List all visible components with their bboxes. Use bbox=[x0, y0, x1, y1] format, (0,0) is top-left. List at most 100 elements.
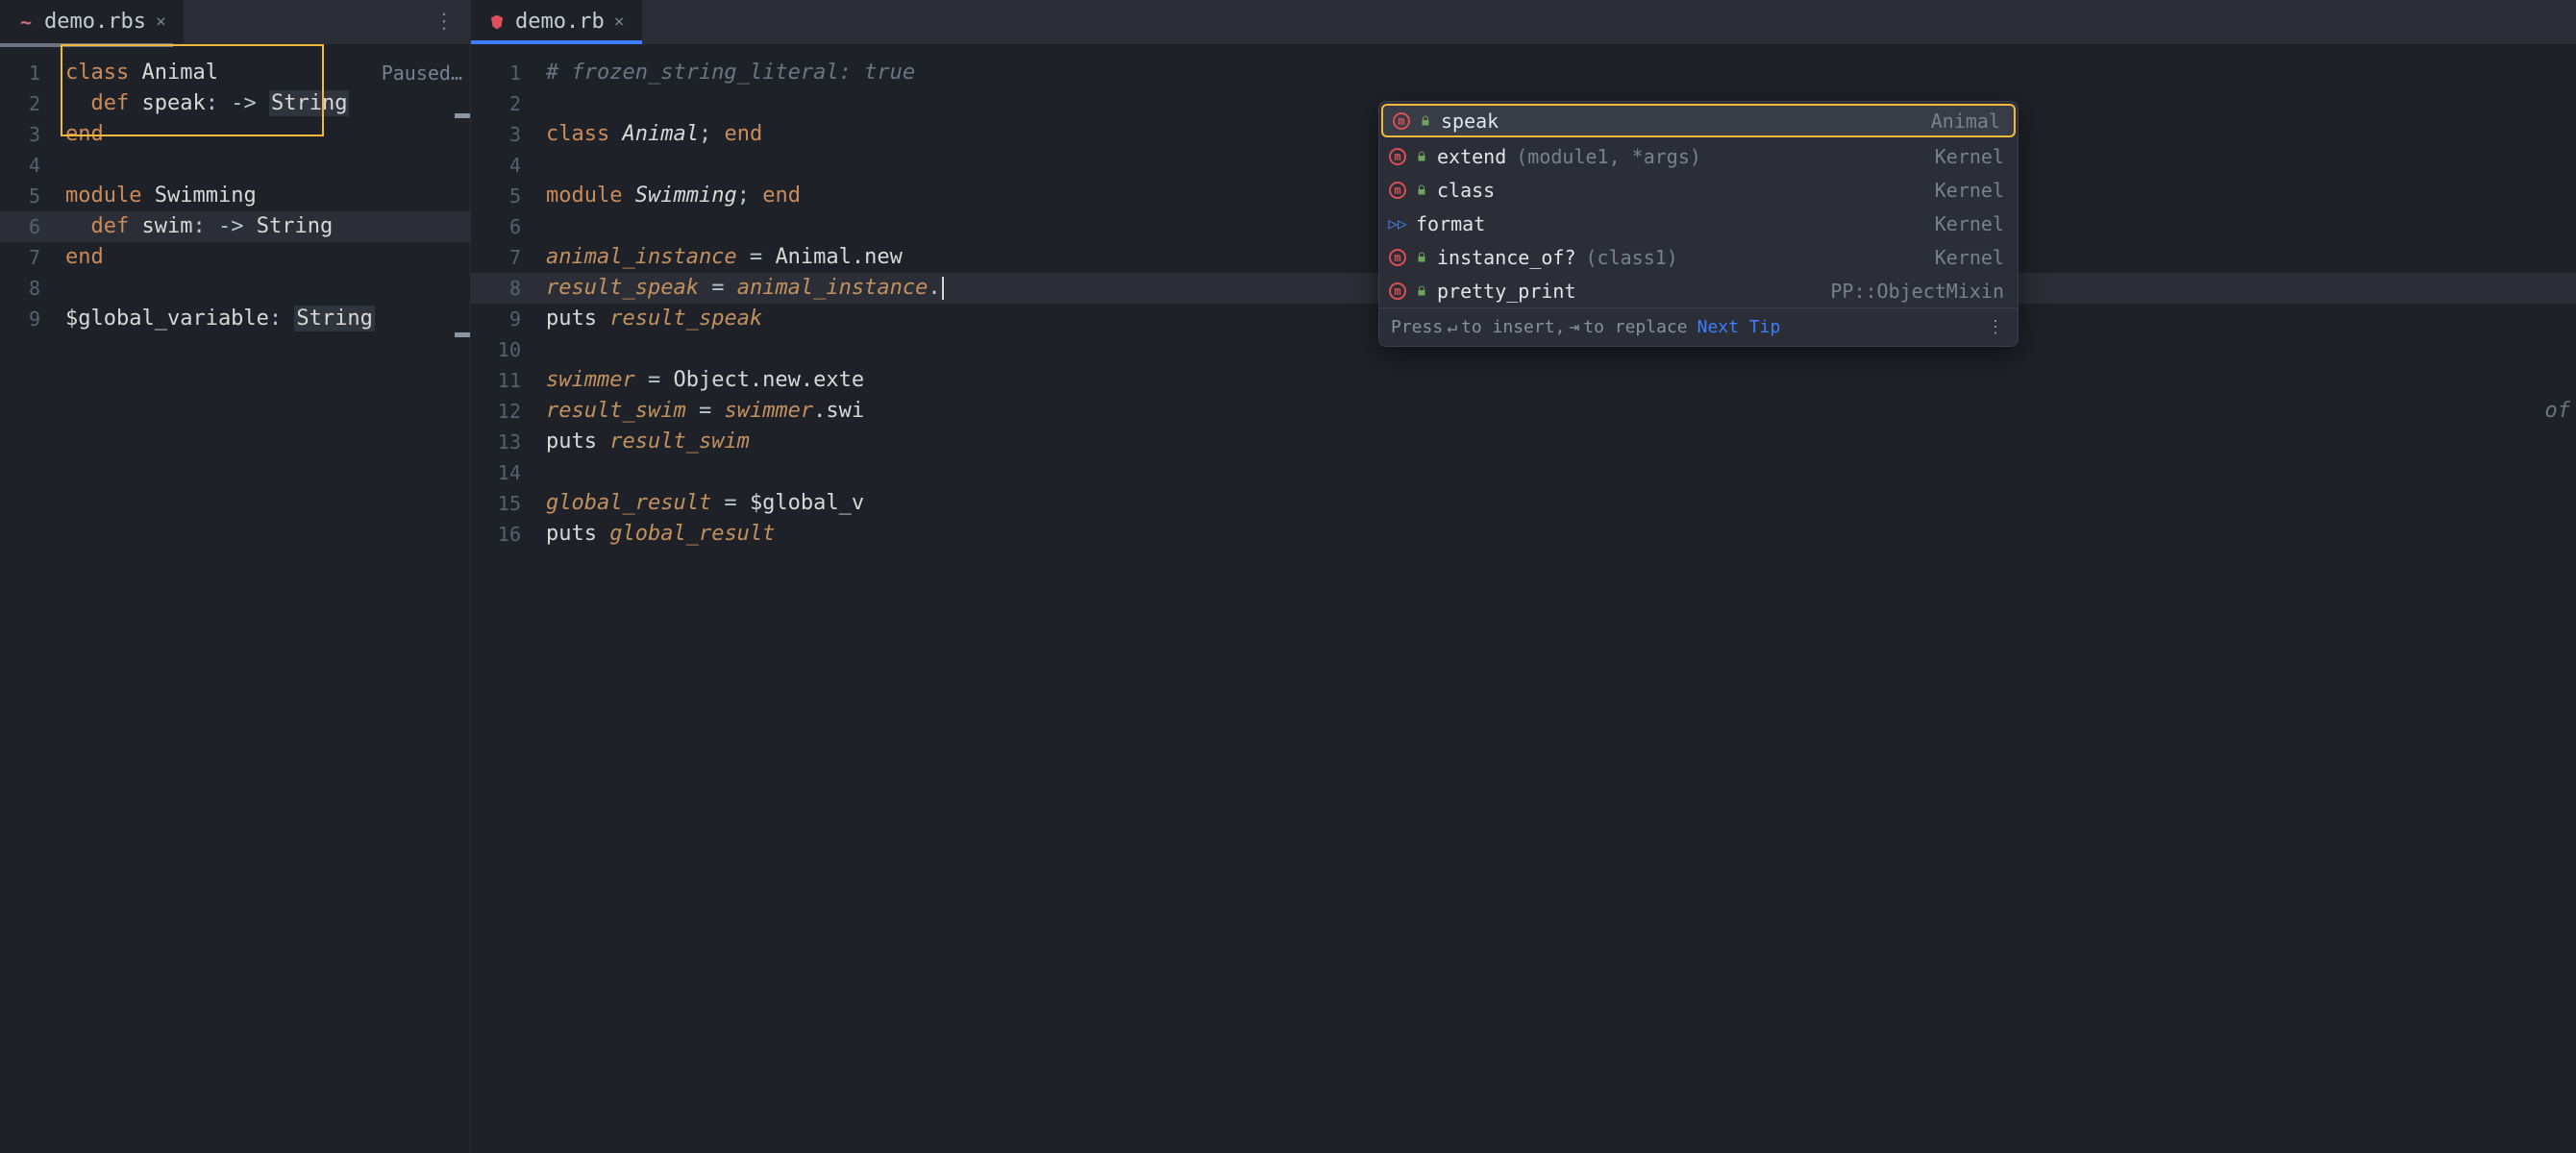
code-completion-popup: m speak Animal m extend(module1, *args) … bbox=[1378, 101, 2019, 347]
right-editor-body[interactable]: 1 2 3 4 5 6 7 8 9 10 11 12 13 14 15 16 #… bbox=[471, 44, 2576, 1153]
close-icon[interactable]: × bbox=[614, 12, 625, 32]
local-var: result_swim bbox=[609, 429, 750, 454]
next-tip-link[interactable]: Next Tip bbox=[1697, 312, 1781, 343]
completion-footer: Press ↵ to insert, ⇥ to replace Next Tip… bbox=[1379, 307, 2018, 346]
completion-origin: Kernel bbox=[1935, 209, 2004, 239]
line-number: 6 bbox=[471, 211, 538, 242]
line-number: 12 bbox=[471, 396, 538, 427]
method-icon: m bbox=[1389, 148, 1406, 165]
comment: # frozen_string_literal: true bbox=[546, 61, 915, 85]
local-var: global_result bbox=[546, 491, 711, 515]
return-type: String bbox=[294, 306, 374, 331]
line-number: 3 bbox=[0, 119, 58, 150]
line-number: 5 bbox=[0, 181, 58, 211]
local-var: swimmer bbox=[546, 368, 635, 392]
completion-item-class[interactable]: m class Kernel bbox=[1379, 173, 2018, 207]
global-var: $global_variable bbox=[65, 307, 269, 331]
popup-more-icon[interactable]: ⋮ bbox=[1987, 312, 2006, 343]
line-number: 6 bbox=[0, 211, 58, 242]
call: .new bbox=[852, 245, 903, 269]
op: = bbox=[737, 245, 776, 269]
line-number: 3 bbox=[471, 119, 538, 150]
keyword: end bbox=[65, 122, 104, 146]
left-editor-body[interactable]: 1 2 3 4 5 6 7 8 9 class Animal def speak… bbox=[0, 44, 470, 1153]
completion-item-format[interactable]: ▷▷ format Kernel bbox=[1379, 207, 2018, 240]
method-name: speak bbox=[142, 91, 206, 115]
completion-name: speak bbox=[1441, 106, 1499, 136]
sig: : bbox=[269, 307, 295, 331]
completion-item-instance-of[interactable]: m instance_of?(class1) Kernel bbox=[1379, 240, 2018, 274]
footer-text: to insert, bbox=[1461, 312, 1565, 343]
keyword: module bbox=[65, 184, 141, 208]
sig: : -> bbox=[192, 214, 256, 238]
local-var: animal_instance bbox=[737, 276, 929, 300]
type-name: Swimming bbox=[155, 184, 257, 208]
footer-text: Press bbox=[1391, 312, 1443, 343]
expr: Object.new.exte bbox=[673, 368, 864, 392]
line-number: 9 bbox=[0, 304, 58, 334]
tabbar-more-icon[interactable]: ⋮ bbox=[433, 10, 470, 34]
completion-name: class bbox=[1437, 175, 1495, 206]
method-icon: m bbox=[1389, 182, 1406, 199]
keyword: end bbox=[762, 184, 801, 208]
line-number: 8 bbox=[471, 273, 538, 304]
rbs-file-icon: ~ bbox=[17, 13, 35, 31]
completion-item-pretty-print[interactable]: m pretty_print PP::ObjectMixin bbox=[1379, 274, 2018, 307]
method-icon: m bbox=[1389, 249, 1406, 266]
keyword: end bbox=[724, 122, 762, 146]
obscured-text: of bbox=[2545, 396, 2571, 427]
completion-name: extend bbox=[1437, 141, 1506, 172]
right-tabbar: demo.rb × bbox=[471, 0, 2576, 44]
completion-origin: Kernel bbox=[1935, 175, 2004, 206]
const: Animal bbox=[775, 245, 851, 269]
left-editor-pane: ~ demo.rbs × ⋮ 1 2 3 4 5 6 7 8 9 class A… bbox=[0, 0, 471, 1153]
line-number: 16 bbox=[471, 519, 538, 550]
keyword: module bbox=[546, 184, 622, 208]
completion-name: instance_of? bbox=[1437, 242, 1576, 273]
left-gutter: 1 2 3 4 5 6 7 8 9 bbox=[0, 44, 58, 1153]
tab-demo-rbs[interactable]: ~ demo.rbs × bbox=[0, 0, 184, 43]
completion-item-extend[interactable]: m extend(module1, *args) Kernel bbox=[1379, 139, 2018, 173]
line-number: 7 bbox=[0, 242, 58, 273]
completion-params: (class1) bbox=[1586, 242, 1678, 273]
line-number: 8 bbox=[0, 273, 58, 304]
sig: : -> bbox=[206, 91, 269, 115]
right-gutter: 1 2 3 4 5 6 7 8 9 10 11 12 13 14 15 16 bbox=[471, 44, 538, 1153]
type-name: Swimming bbox=[635, 184, 737, 208]
completion-name: pretty_print bbox=[1437, 276, 1576, 307]
keyword: def bbox=[91, 214, 130, 238]
op: = bbox=[635, 368, 674, 392]
line-number: 1 bbox=[471, 58, 538, 88]
enter-key-icon: ↵ bbox=[1447, 312, 1457, 343]
type-name: Animal bbox=[141, 61, 217, 85]
completion-origin: Animal bbox=[1931, 106, 2000, 136]
line-number: 11 bbox=[471, 365, 538, 396]
completion-item-speak[interactable]: m speak Animal bbox=[1381, 104, 2016, 137]
tab-demo-rb[interactable]: demo.rb × bbox=[471, 0, 642, 43]
tab-key-icon: ⇥ bbox=[1569, 312, 1579, 343]
right-code-area[interactable]: # frozen_string_literal: true class Anim… bbox=[538, 44, 2576, 1153]
keyword: def bbox=[91, 91, 130, 115]
line-number: 1 bbox=[0, 58, 58, 88]
function-icon: ▷▷ bbox=[1389, 215, 1406, 233]
dot: . bbox=[928, 276, 940, 300]
close-icon[interactable]: × bbox=[156, 12, 166, 32]
local-var: result_speak bbox=[546, 276, 699, 300]
line-number: 5 bbox=[471, 181, 538, 211]
tab-title: demo.rbs bbox=[44, 10, 146, 34]
line-number: 14 bbox=[471, 457, 538, 488]
minimap-marker bbox=[455, 332, 470, 337]
line-number: 10 bbox=[471, 334, 538, 365]
left-code-area[interactable]: class Animal def speak: -> String end mo… bbox=[58, 44, 470, 1153]
method-icon: m bbox=[1389, 282, 1406, 300]
call: puts bbox=[546, 522, 597, 546]
line-number: 9 bbox=[471, 304, 538, 334]
minimap-marker bbox=[455, 113, 470, 118]
paused-label: Paused… bbox=[382, 58, 462, 88]
method-icon: m bbox=[1393, 112, 1410, 130]
keyword: class bbox=[65, 61, 129, 85]
op: = bbox=[699, 276, 737, 300]
local-var: swimmer bbox=[724, 399, 813, 423]
line-number: 15 bbox=[471, 488, 538, 519]
completion-origin: Kernel bbox=[1935, 141, 2004, 172]
